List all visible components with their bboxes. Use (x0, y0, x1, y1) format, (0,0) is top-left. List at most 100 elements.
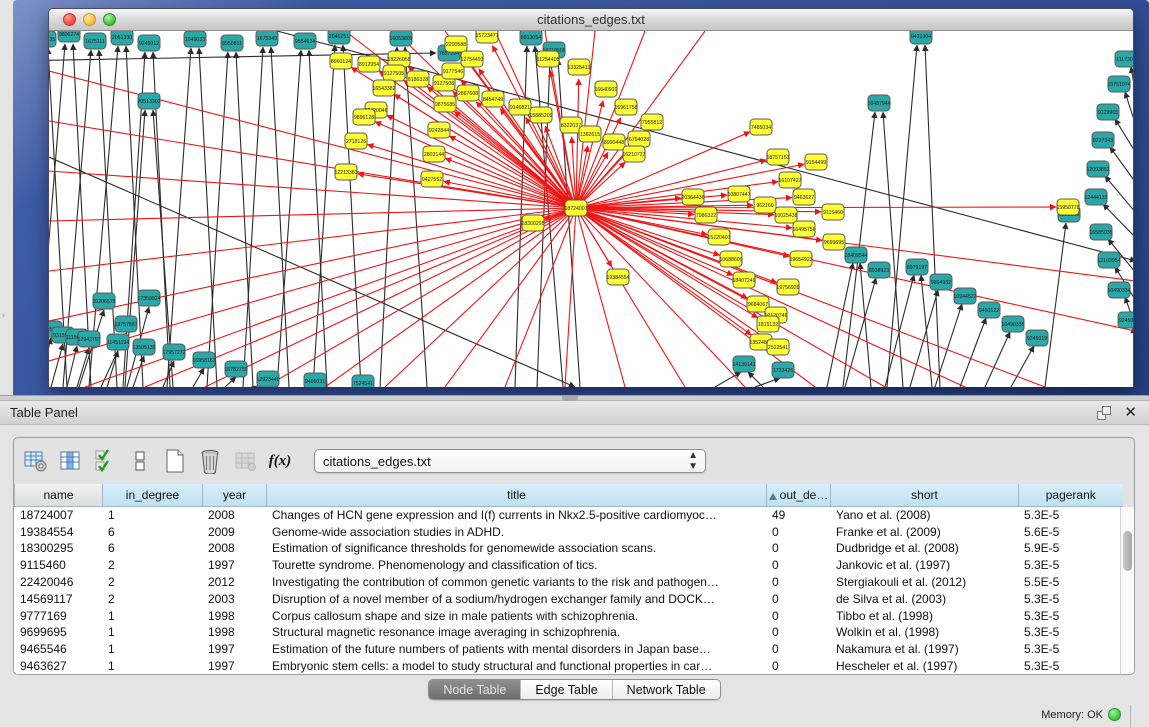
tab-edge-table[interactable]: Edge Table (520, 680, 611, 699)
table-cell[interactable]: 5.3E-5 (1018, 557, 1122, 574)
table-cell[interactable]: 1 (102, 658, 202, 675)
table-row[interactable]: 1456911722003Disruption of a novel membe… (14, 590, 1122, 607)
table-cell[interactable]: 0 (766, 557, 830, 574)
row-height-icon[interactable] (127, 448, 153, 474)
table-cell[interactable]: 9465546 (14, 641, 102, 658)
function-builder-icon[interactable]: f(x) (267, 448, 293, 474)
table-cell[interactable]: 6 (102, 540, 202, 557)
table-cell[interactable]: Structural magnetic resonance image aver… (266, 624, 766, 641)
table-cell[interactable]: 5.5E-5 (1018, 574, 1122, 591)
table-cell[interactable]: Nakamura et al. (1997) (830, 641, 1018, 658)
column-header-title[interactable]: title (267, 484, 767, 506)
network-canvas[interactable]: 2081335980627416751112051330924501210490… (49, 31, 1133, 387)
table-cell[interactable]: 9115460 (14, 557, 102, 574)
table-cell[interactable]: Jankovic et al. (1997) (830, 557, 1018, 574)
table-cell[interactable]: 18724007 (14, 507, 102, 524)
delete-table-icon[interactable] (197, 448, 223, 474)
tab-node-table[interactable]: Node Table (429, 680, 520, 699)
table-cell[interactable]: 0 (766, 607, 830, 624)
table-cell[interactable]: Estimation of the future numbers of pati… (266, 641, 766, 658)
table-cell[interactable]: Yano et al. (2008) (830, 507, 1018, 524)
table-cell[interactable]: 2 (102, 574, 202, 591)
table-cell[interactable]: 5.9E-5 (1018, 540, 1122, 557)
table-cell[interactable]: 5.3E-5 (1018, 607, 1122, 624)
table-cell[interactable]: Stergiakouli et al. (2012) (830, 574, 1018, 591)
new-table-icon[interactable] (162, 448, 188, 474)
table-cell[interactable]: 0 (766, 590, 830, 607)
column-header-indegree[interactable]: in_degree (103, 484, 203, 506)
select-column-icon[interactable] (57, 448, 83, 474)
column-header-name[interactable]: name (15, 484, 103, 506)
table-cell[interactable]: 2008 (202, 507, 266, 524)
table-options-icon[interactable] (22, 448, 48, 474)
table-cell[interactable]: Changes of HCN gene expression and I(f) … (266, 507, 766, 524)
table-cell[interactable]: 5.3E-5 (1018, 624, 1122, 641)
table-cell[interactable]: 1 (102, 607, 202, 624)
table-cell[interactable]: 5.3E-5 (1018, 590, 1122, 607)
table-cell[interactable]: 9699695 (14, 624, 102, 641)
table-cell[interactable]: 0 (766, 641, 830, 658)
float-panel-icon[interactable] (1097, 406, 1111, 420)
table-row[interactable]: 946554611997Estimation of the future num… (14, 641, 1122, 658)
table-cell[interactable]: Dudbridge et al. (2008) (830, 540, 1018, 557)
table-row[interactable]: 1872400712008Changes of HCN gene express… (14, 507, 1122, 524)
table-cell[interactable]: de Silva et al. (2003) (830, 590, 1018, 607)
table-cell[interactable]: Franke et al. (2009) (830, 523, 1018, 540)
table-cell[interactable]: 14569117 (14, 590, 102, 607)
table-cell[interactable]: 5.3E-5 (1018, 641, 1122, 658)
table-cell[interactable]: 5.3E-5 (1018, 507, 1122, 524)
column-header-pagerank[interactable]: pagerank (1019, 484, 1123, 506)
table-cell[interactable]: Estimation of significance thresholds fo… (266, 540, 766, 557)
tab-network-table[interactable]: Network Table (612, 680, 720, 699)
table-cell[interactable]: Tourette syndrome. Phenomenology and cla… (266, 557, 766, 574)
column-header-outde[interactable]: out_de… (767, 484, 831, 506)
table-cell[interactable]: 0 (766, 540, 830, 557)
table-row[interactable]: 977716911998Corpus callosum shape and si… (14, 607, 1122, 624)
select-all-rows-icon[interactable] (92, 448, 118, 474)
table-cell[interactable]: 9463627 (14, 658, 102, 675)
table-cell[interactable]: 22420046 (14, 574, 102, 591)
table-cell[interactable]: 0 (766, 624, 830, 641)
table-cell[interactable]: Genome-wide association studies in ADHD. (266, 523, 766, 540)
table-cell[interactable]: 18300295 (14, 540, 102, 557)
table-row[interactable]: 1938455462009Genome-wide association stu… (14, 523, 1122, 540)
table-cell[interactable]: Wolkin et al. (1998) (830, 624, 1018, 641)
table-cell[interactable]: Tibbo et al. (1998) (830, 607, 1018, 624)
column-header-year[interactable]: year (203, 484, 267, 506)
table-cell[interactable]: Hescheler et al. (1997) (830, 658, 1018, 675)
table-cell[interactable]: Embryonic stem cells: a model to study s… (266, 658, 766, 675)
table-row[interactable]: 969969511998Structural magnetic resonanc… (14, 624, 1122, 641)
table-cell[interactable]: 0 (766, 658, 830, 675)
table-cell[interactable]: 2008 (202, 540, 266, 557)
table-cell[interactable]: 1 (102, 624, 202, 641)
table-vertical-scrollbar[interactable] (1120, 507, 1134, 676)
table-cell[interactable]: 1997 (202, 641, 266, 658)
table-row[interactable]: 911546021997Tourette syndrome. Phenomeno… (14, 557, 1122, 574)
table-cell[interactable]: 6 (102, 523, 202, 540)
table-cell[interactable]: 2003 (202, 590, 266, 607)
table-cell[interactable]: 2012 (202, 574, 266, 591)
table-header-row[interactable]: namein_degreeyeartitleout_de…shortpagera… (15, 484, 1123, 506)
table-cell[interactable]: 5.6E-5 (1018, 523, 1122, 540)
table-cell[interactable]: 2 (102, 557, 202, 574)
table-cell[interactable]: 5.3E-5 (1018, 658, 1122, 675)
table-cell[interactable]: 9777169 (14, 607, 102, 624)
table-row[interactable]: 1830029562008Estimation of significance … (14, 540, 1122, 557)
table-cell[interactable]: 1 (102, 507, 202, 524)
table-cell[interactable]: 1998 (202, 607, 266, 624)
table-cell[interactable]: 1997 (202, 557, 266, 574)
scrollbar-thumb[interactable] (1123, 531, 1132, 571)
table-cell[interactable]: 1998 (202, 624, 266, 641)
network-window-titlebar[interactable]: citations_edges.txt (49, 9, 1133, 31)
table-cell[interactable]: 1 (102, 641, 202, 658)
table-cell[interactable]: 2009 (202, 523, 266, 540)
table-cell[interactable]: Corpus callosum shape and size in male p… (266, 607, 766, 624)
table-row[interactable]: 946362711997Embryonic stem cells: a mode… (14, 658, 1122, 675)
table-row[interactable]: 2242004622012Investigating the contribut… (14, 574, 1122, 591)
column-header-short[interactable]: short (831, 484, 1019, 506)
table-cell[interactable]: 19384554 (14, 523, 102, 540)
table-cell[interactable]: 0 (766, 523, 830, 540)
table-cell[interactable]: Investigating the contribution of common… (266, 574, 766, 591)
memory-ok-icon[interactable] (1108, 708, 1121, 721)
table-cell[interactable]: 0 (766, 574, 830, 591)
